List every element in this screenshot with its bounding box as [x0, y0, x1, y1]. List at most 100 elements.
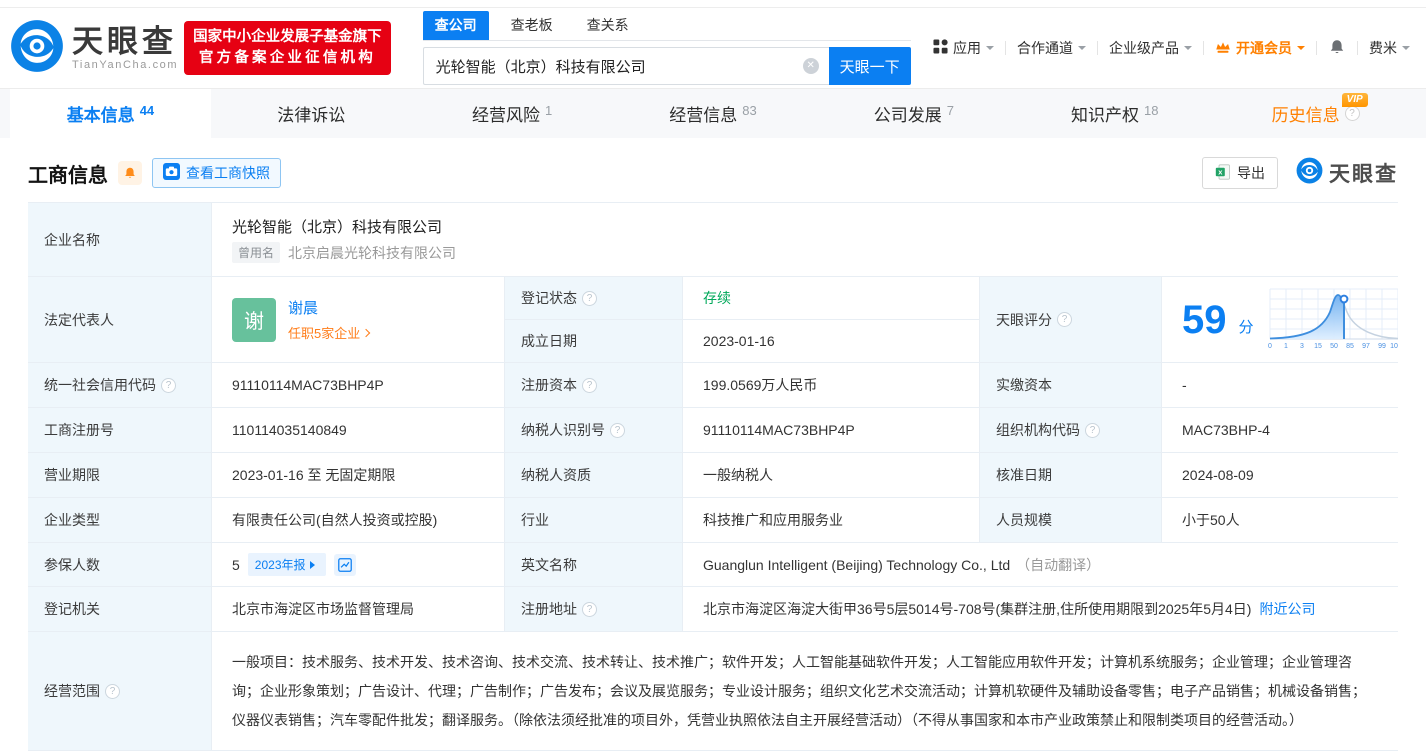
address-label-cell: 注册地址? [505, 587, 683, 632]
logo-domain: TianYanCha.com [72, 59, 178, 71]
registry-cell: 北京市海淀区市场监督管理局 [212, 587, 505, 632]
field-value: 91110114MAC73BHP4P [703, 422, 855, 438]
reg-status-cell: 存续 [683, 277, 980, 320]
apps-grid-icon [933, 39, 948, 57]
tab-history-info[interactable]: VIP 历史信息 ? [1215, 89, 1416, 138]
field-value: 一般纳税人 [703, 465, 773, 485]
tianyancha-logo-icon [10, 19, 64, 78]
tab-label: 法律诉讼 [277, 101, 345, 126]
field-label: 法定代表人 [44, 310, 114, 330]
nav-partner[interactable]: 合作通道 [1017, 38, 1086, 58]
notification-bell[interactable] [1328, 38, 1346, 59]
company-name-cell: 光轮智能（北京）科技有限公司 曾用名 北京启晨光轮科技有限公司 [212, 203, 1398, 277]
tab-company-development[interactable]: 公司发展 7 [813, 89, 1014, 138]
question-icon[interactable]: ? [582, 291, 597, 306]
tianyancha-logo[interactable]: 天眼查 TianYanCha.com [10, 19, 178, 78]
approval-date-cell: 2024-08-09 [1162, 453, 1398, 498]
field-label: 成立日期 [521, 331, 577, 351]
nav-partner-label: 合作通道 [1017, 38, 1073, 58]
nav-open-vip[interactable]: 开通会员 [1215, 38, 1305, 58]
tab-intellectual-property[interactable]: 知识产权 18 [1014, 89, 1215, 138]
insured-label-cell: 参保人数 [28, 543, 212, 587]
export-button[interactable]: x 导出 [1202, 157, 1278, 189]
field-label: 统一社会信用代码 [44, 375, 156, 395]
field-value: MAC73BHP-4 [1182, 422, 1270, 438]
question-icon[interactable]: ? [582, 602, 597, 617]
legal-rep-name-link[interactable]: 谢晨 [288, 297, 369, 318]
address-value: 北京市海淀区海淀大街甲36号5层5014号-708号(集群注册,住所使用期限到2… [703, 599, 1251, 619]
legal-rep-cell: 谢 谢晨 任职5家企业 [212, 277, 505, 363]
site-header: 天眼查 TianYanCha.com 国家中小企业发展子基金旗下 官方备案企业征… [0, 8, 1426, 88]
org-code-label-cell: 组织机构代码? [980, 408, 1162, 453]
subscribe-bell-icon[interactable] [118, 161, 142, 185]
field-label: 登记机关 [44, 599, 100, 619]
question-icon[interactable]: ? [1085, 423, 1100, 438]
industry-label-cell: 行业 [505, 498, 683, 543]
question-icon[interactable]: ? [161, 378, 176, 393]
field-value: 2023-01-16 至 无固定期限 [232, 465, 395, 485]
credit-code-label-cell: 统一社会信用代码? [28, 363, 212, 408]
field-label: 组织机构代码 [996, 420, 1080, 440]
former-name-badge: 曾用名 [232, 242, 280, 263]
score-value: 59 [1182, 300, 1227, 340]
nav-username[interactable]: 费米 [1369, 38, 1410, 58]
nearby-companies-link[interactable]: 附近公司 [1259, 599, 1315, 619]
clear-icon[interactable]: ✕ [803, 58, 819, 74]
tab-operation-risk[interactable]: 经营风险 1 [412, 89, 613, 138]
insured-count: 5 [232, 557, 240, 573]
search-tab-company[interactable]: 查公司 [423, 11, 489, 40]
field-label: 登记状态 [521, 288, 577, 308]
search-tab-relation[interactable]: 查关系 [575, 11, 641, 40]
business-info-table: 企业名称 光轮智能（北京）科技有限公司 曾用名 北京启晨光轮科技有限公司 法定代… [28, 202, 1398, 751]
field-value: 北京市海淀区市场监督管理局 [232, 599, 414, 619]
question-icon[interactable]: ? [610, 423, 625, 438]
nav-enterprise[interactable]: 企业级产品 [1109, 38, 1192, 58]
search-block: 查公司 查老板 查关系 ✕ 天眼一下 [423, 11, 911, 85]
tab-label: 经营风险 [472, 101, 540, 126]
tianyancha-logo-icon [1296, 157, 1323, 189]
tab-label: 经营信息 [669, 101, 737, 126]
question-icon[interactable]: ? [1057, 312, 1072, 327]
nav-open-vip-label: 开通会员 [1236, 38, 1292, 58]
field-label: 经营范围 [44, 681, 100, 701]
view-snapshot-button[interactable]: 查看工商快照 [152, 158, 281, 188]
svg-text:3: 3 [1300, 343, 1304, 349]
question-icon[interactable]: ? [582, 378, 597, 393]
field-value: - [1182, 377, 1187, 393]
status-badge: 存续 [703, 288, 731, 308]
avatar[interactable]: 谢 [232, 298, 276, 342]
user-nav: 应用 合作通道 企业级产品 开通会员 费米 [933, 38, 1410, 59]
search-input[interactable] [423, 47, 829, 85]
caret-down-icon [1078, 46, 1086, 54]
tab-count: 18 [1144, 103, 1158, 118]
company-name-label-cell: 企业名称 [28, 203, 212, 277]
question-icon[interactable]: ? [105, 684, 120, 699]
field-value: 科技推广和应用服务业 [703, 510, 843, 530]
nav-apps[interactable]: 应用 [933, 38, 994, 58]
trend-chart-icon[interactable] [334, 554, 356, 576]
search-tab-boss[interactable]: 查老板 [499, 11, 565, 40]
svg-text:100: 100 [1390, 343, 1398, 349]
tab-basic-info[interactable]: 基本信息 44 [10, 89, 211, 138]
section-title: 工商信息 [28, 159, 108, 188]
tab-legal-litigation[interactable]: 法律诉讼 [211, 89, 412, 138]
tab-operation-info[interactable]: 经营信息 83 [613, 89, 814, 138]
business-term-label-cell: 营业期限 [28, 453, 212, 498]
english-name-cell: Guanglun Intelligent (Beijing) Technolog… [683, 543, 1398, 587]
gov-badge-line2: 官方备案企业征信机构 [193, 48, 382, 69]
tab-count: 7 [947, 103, 954, 118]
question-icon[interactable]: ? [1345, 106, 1360, 121]
annual-report-link[interactable]: 2023年报 [248, 553, 326, 576]
field-label: 参保人数 [44, 555, 100, 575]
search-button[interactable]: 天眼一下 [829, 47, 911, 85]
legal-rep-companies-link[interactable]: 任职5家企业 [288, 323, 369, 342]
field-value: 199.0569万人民币 [703, 375, 817, 395]
score-unit: 分 [1239, 316, 1254, 337]
divider [1097, 41, 1098, 55]
svg-text:97: 97 [1362, 343, 1370, 349]
field-value: 110114035140849 [232, 422, 347, 438]
company-section-tabs: 基本信息 44 法律诉讼 经营风险 1 经营信息 83 公司发展 7 知识产权 … [0, 88, 1426, 138]
reg-status-label-cell: 登记状态 ? [505, 277, 683, 320]
tianyancha-watermark: 天眼查 [1296, 157, 1398, 189]
divider [1005, 41, 1006, 55]
